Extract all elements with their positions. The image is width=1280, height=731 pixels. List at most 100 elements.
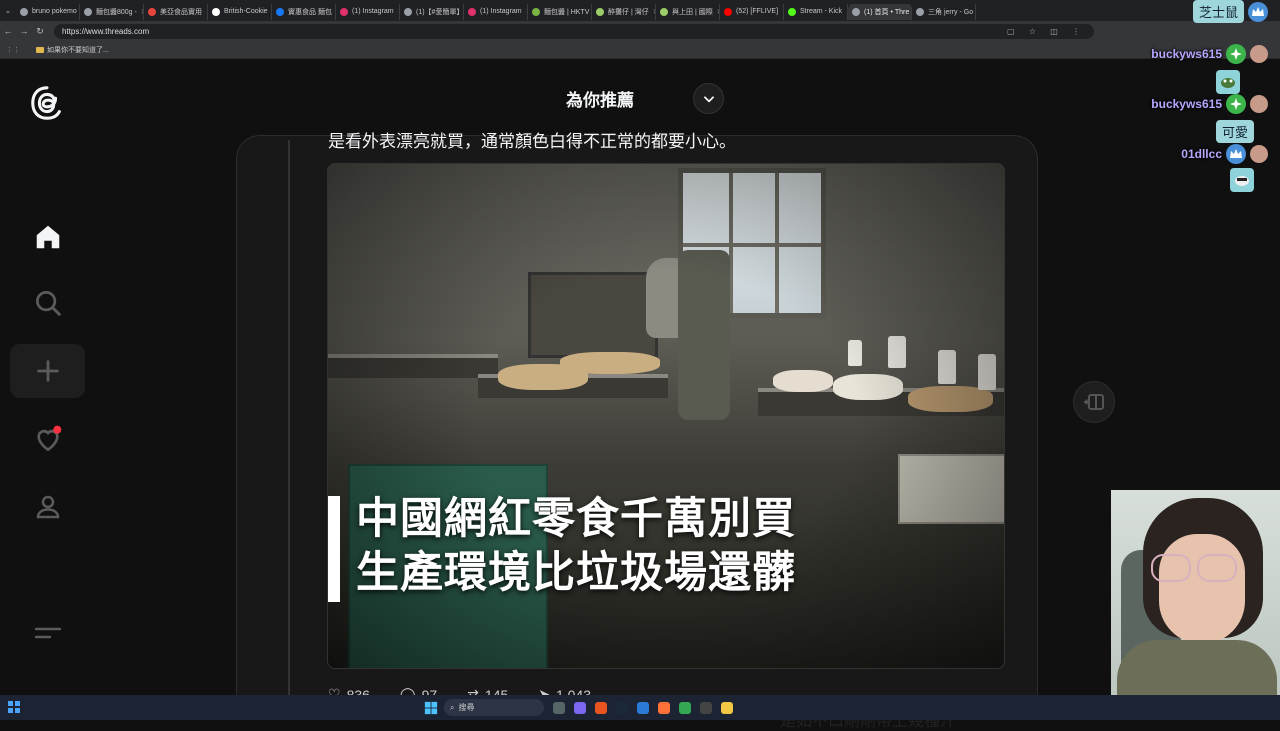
profile-icon (33, 492, 63, 522)
nav-profile[interactable] (10, 480, 85, 534)
chat-message (1230, 168, 1254, 192)
windows-start-icon[interactable] (424, 701, 438, 715)
tab-favicon-icon (596, 8, 604, 16)
tab-title: 實惠食品 麵包 (288, 7, 332, 17)
tab-title: 麵包醬 | HKTV (544, 7, 589, 17)
tab-favicon-icon (660, 8, 668, 16)
tab-title: (1) Instagram (352, 8, 394, 15)
browser-tab[interactable]: 三角 jerry - Go✕ (912, 4, 976, 20)
tab-favicon-icon (84, 8, 92, 16)
tab-title: British-Cookie (224, 8, 268, 15)
toolbar-icons[interactable]: ▢ ☆ ◫ ⋮ (1007, 27, 1086, 36)
browser-tab[interactable]: (1) Instagram✕ (464, 4, 528, 20)
nav-search[interactable] (10, 276, 85, 330)
file-explorer-icon[interactable] (721, 702, 733, 714)
bookmarks-bar: ⋮⋮ 如果你不要知道了... (0, 41, 1280, 59)
nav-create[interactable] (10, 344, 85, 398)
reload-icon[interactable]: ↻ (32, 26, 48, 37)
browser-tab[interactable]: British-Cookie✕ (208, 4, 272, 20)
search-placeholder: 搜尋 (458, 702, 474, 713)
tab-title: 醉攤仔 | 灣仔 (608, 7, 649, 17)
folder-icon (36, 47, 44, 53)
tab-title: (1) Instagram (480, 8, 522, 15)
tab-favicon-icon (724, 8, 732, 16)
user-avatar (1250, 45, 1268, 63)
chrome-icon[interactable] (679, 702, 691, 714)
browser-tab[interactable]: (1)【#愛簡單】✕ (400, 4, 464, 20)
user-avatar (1250, 145, 1268, 163)
sparkle-badge-icon (1226, 44, 1246, 64)
app-icon[interactable] (637, 702, 649, 714)
apps-icon[interactable]: ⋮⋮ (6, 46, 20, 54)
browser-tab[interactable]: 實惠食品 麵包✕ (272, 4, 336, 20)
app-icon[interactable] (595, 702, 607, 714)
threads-logo-icon[interactable] (28, 84, 66, 122)
chat-bubble: 芝士鼠 (1193, 0, 1244, 23)
tab-favicon-icon (20, 8, 28, 16)
headline-accent-bar (328, 496, 340, 602)
tab-favicon-icon (276, 8, 284, 16)
feed-title: 為你推薦 (520, 86, 680, 111)
search-icon: ⌕ (450, 703, 454, 713)
tab-title: (52) [FFLIVE] (736, 8, 778, 15)
teams-icon[interactable] (574, 702, 586, 714)
tab-title: 麵包醬800g - (96, 7, 137, 17)
tab-favicon-icon (404, 8, 412, 16)
nav-home[interactable] (10, 210, 85, 264)
tab-search-icon[interactable]: ⌄ (0, 3, 16, 19)
tab-title: Stream - Kick (800, 8, 842, 15)
app-icon[interactable] (700, 702, 712, 714)
browser-tab[interactable]: 醉攤仔 | 灣仔✕ (592, 4, 656, 20)
chat-message: 可愛 (1216, 120, 1254, 143)
browser-tab[interactable]: 麵包醬800g -✕ (80, 4, 144, 20)
bookmark-folder[interactable]: 如果你不要知道了... (36, 45, 109, 55)
notification-dot (53, 426, 61, 434)
firefox-icon[interactable] (658, 702, 670, 714)
tab-favicon-icon (212, 8, 220, 16)
crown-badge-icon (1248, 2, 1268, 22)
thread-line (288, 140, 290, 700)
tab-title: 三角 jerry - Go (928, 7, 973, 17)
nav-activity[interactable] (10, 412, 85, 466)
task-view-icon[interactable] (553, 702, 565, 714)
chat-message: 01dllcc (1181, 144, 1268, 164)
tab-favicon-icon (788, 8, 796, 16)
image-headline-1: 中國網紅零食千萬別買 (356, 494, 796, 544)
feed-switch-button[interactable] (693, 83, 724, 114)
steam-icon[interactable] (616, 702, 628, 714)
browser-tab[interactable]: (52) [FFLIVE]✕ (720, 4, 784, 20)
tab-favicon-icon (532, 8, 540, 16)
browser-tab[interactable]: 麵包醬 | HKTV✕ (528, 4, 592, 20)
taskbar-search[interactable]: ⌕ 搜尋 (444, 699, 544, 716)
tab-favicon-icon (916, 8, 924, 16)
back-icon[interactable]: ← (0, 26, 16, 36)
sparkle-badge-icon (1226, 94, 1246, 114)
nav-more[interactable] (10, 606, 85, 660)
browser-tab[interactable]: 與上田 | 國際✕ (656, 4, 720, 20)
post-image[interactable]: 中國網紅零食千萬別買 生產環境比垃圾場還髒 (327, 163, 1005, 669)
add-column-button[interactable] (1073, 381, 1115, 423)
image-headline-2: 生產環境比垃圾場還髒 (356, 548, 796, 598)
browser-tab[interactable]: 美亞食品實用✕ (144, 4, 208, 20)
browser-tab[interactable]: (1) Instagram✕ (336, 4, 400, 20)
windows-taskbar: ⌕ 搜尋 (0, 695, 1280, 720)
tab-title: (1)【#愛簡單】 (416, 7, 463, 17)
chat-username: buckyws615 (1151, 47, 1222, 61)
bookmark-label: 如果你不要知道了... (47, 45, 109, 55)
forward-icon[interactable]: → (16, 26, 32, 36)
widgets-icon[interactable] (6, 699, 22, 715)
user-avatar (1250, 95, 1268, 113)
tab-title: (1) 首頁 • Thre (864, 7, 909, 17)
plus-icon (34, 357, 62, 385)
crown-badge-icon (1226, 144, 1246, 164)
chat-username: buckyws615 (1151, 97, 1222, 111)
browser-tab[interactable]: bruno pokemo✕ (16, 4, 80, 20)
browser-tab-bar: ⌄ bruno pokemo✕麵包醬800g -✕美亞食品實用✕British-… (0, 0, 1280, 21)
chevron-down-icon (702, 92, 716, 106)
address-bar[interactable]: https://www.threads.com ▢ ☆ ◫ ⋮ (54, 24, 1094, 39)
browser-tab[interactable]: (1) 首頁 • Thre✕ (848, 4, 912, 20)
tab-title: 美亞食品實用 (160, 7, 202, 17)
tab-favicon-icon (148, 8, 156, 16)
browser-tab[interactable]: Stream - Kick✕ (784, 4, 848, 20)
home-icon (33, 222, 63, 252)
